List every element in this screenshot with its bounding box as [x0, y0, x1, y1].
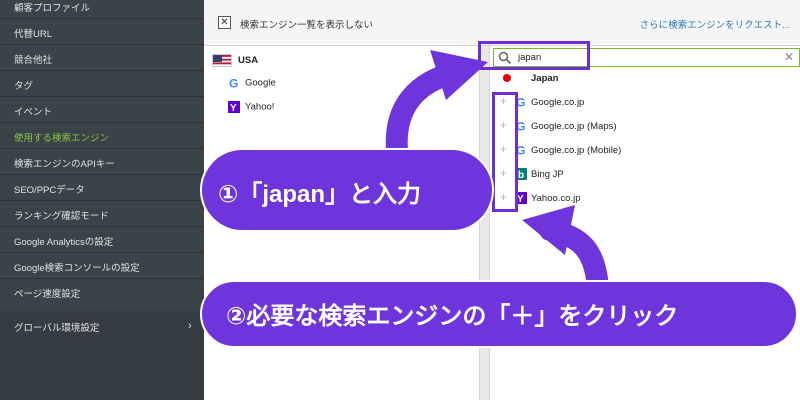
sidebar-item-page-speed[interactable]: ページ速度設定 [14, 286, 80, 300]
result-google-co-jp-maps: + G Google.co.jp (Maps) [496, 116, 796, 136]
result-google-co-jp-mobile: + G Google.co.jp (Mobile) [496, 140, 796, 160]
sidebar-item-competitors[interactable]: 競合他社 [14, 52, 52, 66]
screen: 顧客プロファイル 代替URL 競合他社 タグ イベント 使用する検索エンジン 検… [0, 0, 800, 400]
sidebar-item-google-analytics[interactable]: Google Analyticsの設定 [14, 234, 113, 248]
yahoo-icon: Y [228, 101, 240, 114]
sidebar-item-events[interactable]: イベント [14, 104, 52, 118]
sidebar-divider [0, 226, 204, 227]
result-google-co-jp: + G Google.co.jp [496, 92, 796, 112]
sidebar-item-global-preferences[interactable]: グローバル環境設定 [14, 320, 99, 334]
hide-engines-label: 検索エンジン一覧を表示しない [240, 20, 374, 31]
google-icon: G [228, 77, 240, 91]
callout-step2-text: ②必要な検索エンジンの「＋」をクリック [226, 303, 679, 330]
plus-column-highlight-box [492, 92, 518, 212]
sidebar-divider [0, 96, 204, 97]
sidebar-item-search-console[interactable]: Google検索コンソールの設定 [14, 260, 140, 274]
sidebar-divider [0, 174, 204, 175]
sidebar-divider [0, 200, 204, 201]
result-bing-jp: + b Bing JP [496, 164, 796, 184]
sidebar: 顧客プロファイル 代替URL 競合他社 タグ イベント 使用する検索エンジン 検… [0, 0, 204, 400]
sidebar-divider [0, 148, 204, 149]
engine-label: Google.co.jp (Mobile) [531, 145, 622, 156]
country-usa-label: USA [238, 55, 259, 66]
sidebar-item-search-engines[interactable]: 使用する検索エンジン [14, 130, 109, 144]
engine-label: Yahoo! [245, 101, 275, 113]
engine-google[interactable]: G Google [228, 77, 276, 91]
toolbar: ✕ 検索エンジン一覧を表示しない さらに検索エンジンをリクエスト... [204, 0, 800, 46]
engine-yahoo[interactable]: Y Yahoo! [228, 101, 275, 114]
result-yahoo-co-jp: + Y Yahoo.co.jp [496, 188, 796, 208]
sidebar-divider [0, 122, 204, 123]
sidebar-item-alternate-url[interactable]: 代替URL [14, 26, 52, 40]
svg-text:Y: Y [517, 194, 524, 204]
engine-label: Google [245, 77, 276, 89]
clear-search-icon[interactable]: ✕ [784, 50, 794, 64]
engine-label: Google.co.jp (Maps) [531, 121, 617, 132]
sidebar-item-seo-ppc[interactable]: SEO/PPCデータ [14, 182, 85, 196]
sidebar-item-ranking-mode[interactable]: ランキング確認モード [14, 208, 109, 222]
sidebar-divider [0, 70, 204, 71]
request-engine-link[interactable]: さらに検索エンジンをリクエスト... [640, 17, 790, 31]
sidebar-item-customer-profile[interactable]: 顧客プロファイル [14, 0, 90, 14]
engine-label: Yahoo.co.jp [531, 193, 581, 204]
svg-text:b: b [518, 170, 524, 180]
sidebar-divider [0, 278, 204, 279]
usa-flag-icon [212, 54, 232, 67]
callout-step1-text: ①「japan」と入力 [218, 181, 422, 208]
search-highlight-box [478, 41, 590, 70]
svg-text:Y: Y [230, 103, 237, 113]
engine-label: Bing JP [531, 169, 564, 180]
svg-text:G: G [229, 77, 238, 89]
sidebar-divider [0, 44, 204, 45]
sidebar-divider [0, 18, 204, 19]
hide-engines-checkbox[interactable]: ✕ [218, 16, 231, 29]
sidebar-item-tags[interactable]: タグ [14, 78, 33, 92]
japan-flag-icon [503, 74, 511, 82]
chevron-right-icon[interactable]: › [188, 320, 192, 332]
sidebar-item-api-keys[interactable]: 検索エンジンのAPIキー [14, 156, 115, 170]
sidebar-divider [0, 252, 204, 253]
result-country-japan: Japan [496, 68, 796, 88]
engine-label: Google.co.jp [531, 97, 585, 108]
country-japan-label: Japan [531, 73, 559, 84]
